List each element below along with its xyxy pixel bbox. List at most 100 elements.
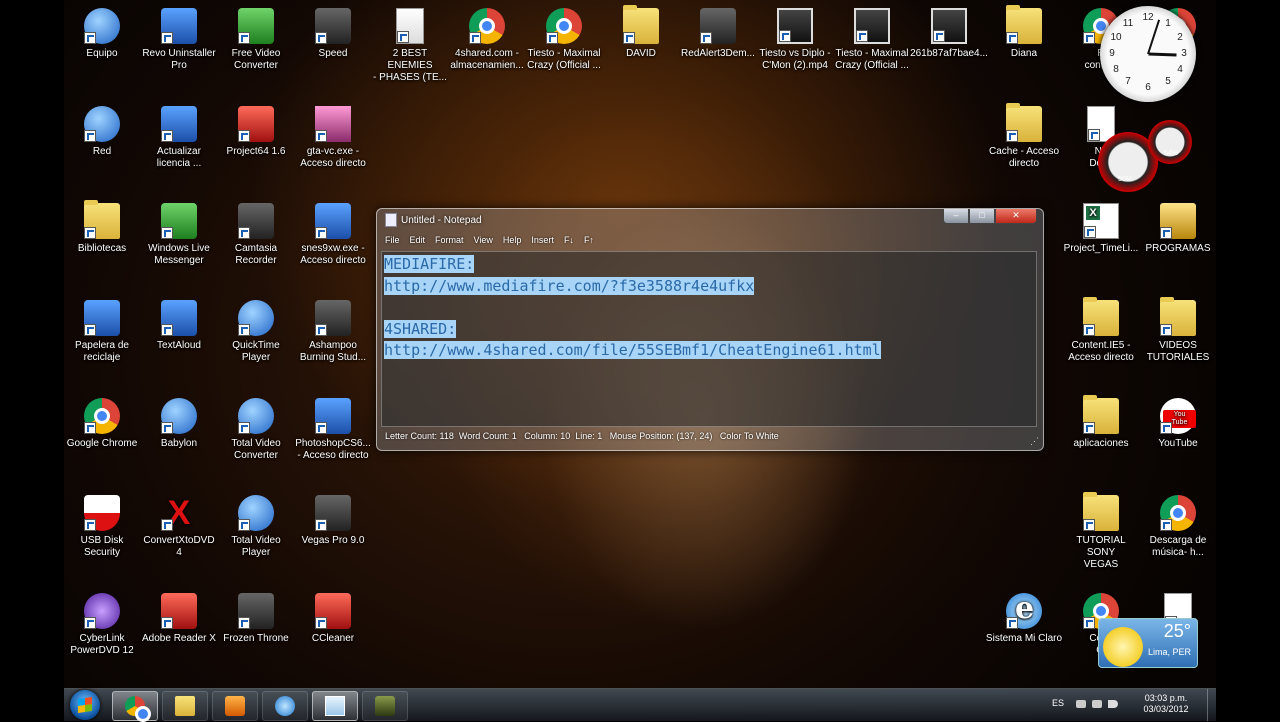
desktop-icon[interactable]: Red [63, 106, 141, 158]
taskbar-notepad[interactable] [312, 691, 358, 721]
desktop-icon[interactable]: DAVID [602, 5, 680, 60]
desktop-icon[interactable]: X ConvertXtoDVD 4 [140, 495, 218, 559]
desktop-icon[interactable]: RedAlert3Dem... [679, 8, 757, 60]
bluebox-icon [315, 203, 351, 239]
shortcut-arrow-icon [1160, 324, 1172, 336]
tray-volume-icon[interactable] [1108, 700, 1118, 708]
desktop-icon[interactable]: PhotoshopCS6... - Acceso directo [294, 398, 372, 462]
shortcut-arrow-icon [161, 227, 173, 239]
desktop-icon[interactable]: Google Chrome [63, 398, 141, 450]
media-player-icon [225, 696, 245, 716]
window-controls: – □ ✕ [943, 209, 1037, 225]
desktop-icon[interactable]: Descarga de música- h... [1139, 495, 1217, 559]
desktop-icon[interactable]: Bibliotecas [63, 200, 141, 255]
desktop-icon[interactable]: Total Video Player [217, 495, 295, 559]
desktop-icon[interactable]: Babylon [140, 398, 218, 450]
tray-keyboard-icon[interactable] [1076, 700, 1086, 708]
desktop-icon[interactable]: VIDEOS TUTORIALES [1139, 297, 1217, 364]
menu-file[interactable]: File [385, 235, 400, 249]
desktop-icon[interactable]: You Tube [1139, 398, 1217, 450]
desktop-icon-label: PROGRAMAS [1145, 243, 1211, 254]
desktop-icon-label: RedAlert3Dem... [681, 48, 755, 59]
desktop-icon[interactable]: Diana [985, 5, 1063, 60]
desktop-icon[interactable]: Content.IE5 - Acceso directo [1062, 297, 1140, 364]
folder-icon [1006, 103, 1042, 142]
desktop-icon[interactable]: 4shared.com - almacenamien... [448, 8, 526, 72]
taskbar-explorer[interactable] [162, 691, 208, 721]
weather-gadget[interactable]: 25° Lima, PER [1098, 618, 1198, 668]
taskbar-chrome[interactable] [112, 691, 158, 722]
notepad-window[interactable]: Untitled - Notepad – □ ✕ File Edit Forma… [376, 208, 1044, 451]
weather-city: Lima, PER [1147, 647, 1191, 657]
tray-date: 03/03/2012 [1143, 704, 1189, 714]
desktop-icon[interactable]: CyberLink PowerDVD 12 [63, 593, 141, 657]
desktop-icon[interactable]: Adobe Reader X [140, 593, 218, 645]
window-title-bar[interactable]: Untitled - Notepad [385, 213, 482, 229]
taskbar-camtasia[interactable] [362, 691, 408, 721]
menu-insert[interactable]: Insert [531, 235, 554, 249]
taskbar-internet-explorer[interactable] [262, 691, 308, 721]
shortcut-arrow-icon [1006, 32, 1018, 44]
desktop-icon[interactable]: Cache - Acceso directo [985, 103, 1063, 170]
desktop-icon[interactable]: Actualizar licencia ... [140, 106, 218, 170]
menu-edit[interactable]: Edit [410, 235, 426, 249]
desktop-icon[interactable]: USB Disk Security [63, 495, 141, 559]
desktop-icon[interactable]: Vegas Pro 9.0 [294, 495, 372, 547]
desktop-icon[interactable]: Ashampoo Burning Stud... [294, 300, 372, 364]
menu-format[interactable]: Format [435, 235, 464, 249]
folder-icon [1083, 492, 1119, 531]
desktop-icon[interactable]: Tiesto vs Diplo - C'Mon (2).mp4 [756, 8, 834, 72]
desktop-icon[interactable]: 2 BEST ENEMIES - PHASES (TE... [371, 8, 449, 84]
menu-view[interactable]: View [474, 235, 493, 249]
desktop-icon[interactable]: QuickTime Player [217, 300, 295, 364]
shortcut-arrow-icon [1160, 227, 1172, 239]
desktop-icon[interactable]: Papelera de reciclaje [63, 300, 141, 364]
close-button[interactable]: ✕ [995, 209, 1037, 224]
desktop-icon[interactable]: Sistema Mi Claro [985, 593, 1063, 645]
start-button[interactable] [70, 690, 100, 720]
desktop-icon-label: Ashampoo Burning Stud... [299, 340, 367, 363]
desktop-icon[interactable]: Project64 1.6 [217, 106, 295, 158]
font-size-down-button[interactable]: F↓ [564, 235, 574, 249]
clock-number: 6 [1145, 82, 1151, 93]
desktop-icon[interactable]: Camtasia Recorder [217, 203, 295, 267]
cpu-meter-gadget[interactable]: 50% 54% [1098, 120, 1198, 192]
language-indicator[interactable]: ES [1052, 698, 1064, 708]
tray-network-icon[interactable] [1092, 700, 1102, 708]
desktop-icon[interactable]: Frozen Throne [217, 593, 295, 645]
desktop-icon[interactable]: snes9xw.exe - Acceso directo [294, 203, 372, 267]
shortcut-arrow-icon [84, 32, 96, 44]
blue-icon [238, 300, 274, 336]
red-icon [315, 593, 351, 629]
desktop-icon[interactable]: PROGRAMAS [1139, 203, 1217, 255]
desktop-icon[interactable]: Total Video Converter [217, 398, 295, 462]
desktop-icon[interactable]: TUTORIAL SONY VEGAS [1062, 492, 1140, 571]
desktop-icon[interactable]: Tiesto - Maximal Crazy (Official ... [525, 8, 603, 72]
desktop-icon[interactable]: aplicaciones [1062, 395, 1140, 450]
text-editor-area[interactable]: MEDIAFIRE: http://www.mediafire.com/?f3e… [381, 251, 1037, 427]
desktop-icon[interactable]: Windows Live Messenger [140, 203, 218, 267]
editor-line: http://www.4shared.com/file/55SEBmf1/Che… [384, 340, 1034, 362]
desktop-icon[interactable]: Speed [294, 8, 372, 60]
shortcut-arrow-icon [84, 130, 96, 142]
desktop-icon[interactable]: Tiesto - Maximal Crazy (Official ... [833, 8, 911, 72]
desktop-icon[interactable]: Equipo [63, 8, 141, 60]
show-desktop-button[interactable] [1207, 689, 1216, 721]
clock-gadget[interactable]: 12 1 2 3 4 5 6 7 8 9 10 11 [1100, 6, 1196, 102]
desktop-icon[interactable]: TextAloud [140, 300, 218, 352]
desktop-icon[interactable]: Free Video Converter [217, 8, 295, 72]
font-size-up-button[interactable]: F↑ [584, 235, 594, 249]
tray-clock[interactable]: 03:03 p.m. 03/03/2012 [1136, 693, 1196, 715]
desktop-icon[interactable]: Revo Uninstaller Pro [140, 8, 218, 72]
desktop-icon[interactable]: Project_TimeLi... [1062, 203, 1140, 255]
taskbar-media-player[interactable] [212, 691, 258, 721]
desktop-icon-label: Bibliotecas [77, 243, 127, 254]
desktop-icon[interactable]: CCleaner [294, 593, 372, 645]
resize-grip-icon[interactable]: ⋰ [1030, 436, 1039, 447]
minimize-button[interactable]: – [943, 209, 969, 224]
menu-help[interactable]: Help [503, 235, 522, 249]
desktop-icon[interactable]: 261b87af7bae4... [910, 8, 988, 60]
bluebox-icon [161, 300, 197, 336]
desktop-icon[interactable]: gta-vc.exe - Acceso directo [294, 106, 372, 170]
maximize-button[interactable]: □ [969, 209, 995, 224]
